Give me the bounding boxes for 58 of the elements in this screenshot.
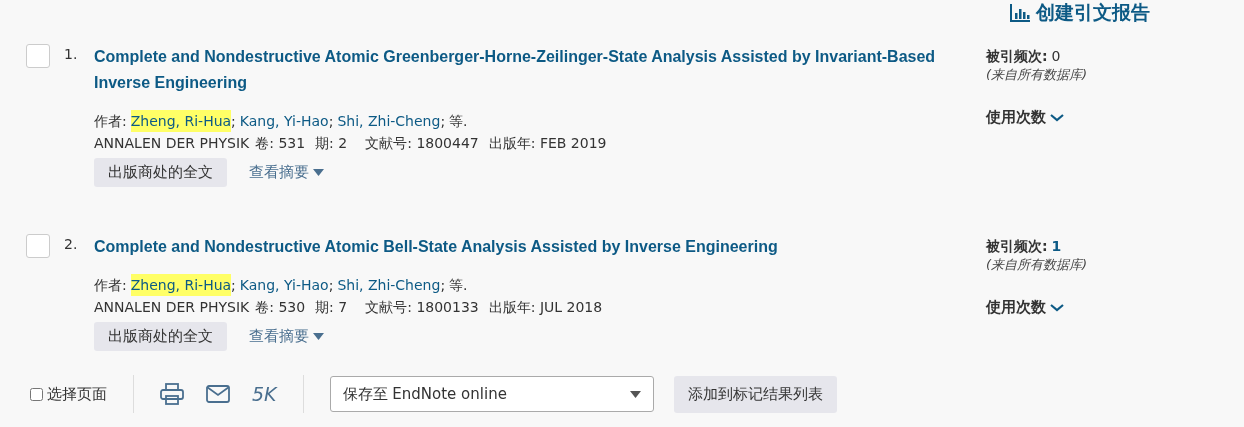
authors-label: 作者:	[94, 276, 127, 295]
abstract-link[interactable]: 查看摘要	[249, 163, 324, 182]
select-page-checkbox[interactable]	[30, 387, 43, 401]
cited-note: (来自所有数据库)	[986, 256, 1088, 274]
checkbox[interactable]	[26, 234, 50, 258]
author-link[interactable]: Shi, Zhi-Cheng	[337, 110, 441, 132]
print-icon[interactable]	[160, 383, 184, 405]
meta-field: 卷: 530	[255, 296, 306, 318]
author-link[interactable]: Kang, Yi-Hao	[239, 110, 329, 132]
record-title[interactable]: Complete and Nondestructive Atomic Bell-State Analysis Assisted by Inverse Engineering	[94, 234, 944, 260]
author-link[interactable]: Shi, Zhi-Cheng	[337, 274, 441, 296]
record-number: 1.	[63, 45, 79, 64]
chevron-icon	[1050, 113, 1064, 122]
caret-icon	[313, 169, 324, 176]
cited-label: 被引频次:	[986, 48, 1048, 66]
author-link[interactable]: Zheng, Ri-Hua	[130, 274, 232, 296]
authors-label: 作者:	[94, 112, 127, 131]
record-number: 2.	[63, 235, 79, 254]
separator: ;	[440, 112, 446, 131]
fulltext-button[interactable]: 出版商处的全文	[94, 158, 227, 187]
cited-count[interactable]: 1	[1051, 238, 1062, 256]
save-select[interactable]: 保存至 EndNote online	[329, 376, 654, 412]
usage-toggle[interactable]: 使用次数	[986, 108, 1088, 127]
mail-icon[interactable]	[206, 385, 230, 403]
cited-label: 被引频次:	[986, 238, 1048, 256]
record-title[interactable]: Complete and Nondestructive Atomic Greenberger-Horne-Zeilinger-State Analysis Assisted by Invariant-Based Inverse Engineering	[94, 44, 944, 96]
chevron-icon	[1050, 303, 1064, 312]
meta-field: 卷: 531	[255, 132, 306, 154]
author-link[interactable]: Zheng, Ri-Hua	[130, 110, 232, 132]
separator: ;	[231, 276, 236, 295]
et-al: 等.	[449, 112, 468, 131]
abstract-link[interactable]: 查看摘要	[249, 327, 324, 346]
bar-chart-icon	[1010, 4, 1030, 22]
separator: ;	[231, 112, 236, 131]
select-page-label: 选择页面	[47, 384, 107, 404]
count-label: 5K	[252, 383, 277, 405]
separator: ;	[328, 112, 334, 131]
meta-field: 文献号: 1800133	[365, 296, 479, 318]
citation-report-link[interactable]: 创建引文报告	[1010, 0, 1150, 26]
cited-note: (来自所有数据库)	[986, 66, 1088, 84]
separator: ;	[440, 276, 446, 295]
cited-count: 0	[1051, 48, 1061, 66]
journal-name: ANNALEN DER PHYSIK	[94, 134, 250, 153]
author-link[interactable]: Kang, Yi-Hao	[239, 274, 329, 296]
separator: ;	[328, 276, 334, 295]
journal-name: ANNALEN DER PHYSIK	[94, 298, 250, 317]
meta-field: 期: 2	[315, 132, 348, 154]
add-to-marked-button[interactable]: 添加到标记结果列表	[673, 375, 837, 413]
meta-field: 文献号: 1800447	[365, 132, 479, 154]
et-al: 等.	[449, 276, 468, 295]
checkbox[interactable]	[26, 44, 50, 68]
meta-field: 期: 7	[315, 296, 348, 318]
fulltext-button[interactable]: 出版商处的全文	[94, 322, 227, 351]
caret-icon	[313, 333, 324, 340]
meta-field: 出版年: JUL 2018	[488, 296, 603, 318]
usage-toggle[interactable]: 使用次数	[986, 298, 1088, 317]
meta-field: 出版年: FEB 2019	[488, 132, 607, 154]
dropdown-caret-icon	[629, 390, 641, 398]
